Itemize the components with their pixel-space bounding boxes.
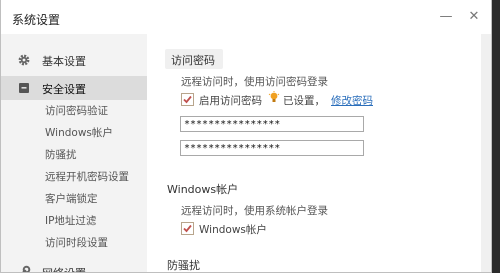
sidebar-subitem-access-password[interactable]: 访问密码验证: [45, 103, 108, 118]
scrollbar[interactable]: [481, 34, 491, 272]
enable-access-password-checkbox[interactable]: [181, 93, 194, 106]
access-password-description: 远程访问时，使用访问密码登录: [181, 76, 328, 88]
sidebar-subitem-client-lock[interactable]: 客户端锁定: [45, 191, 98, 206]
sidebar-item-basic[interactable]: 基本设置: [1, 48, 147, 72]
sidebar-subitem-access-time[interactable]: 访问时段设置: [45, 235, 108, 250]
sidebar: 基本设置 安全设置 访问密码验证 Windows帐户 防骚扰 远程开机密码设置 …: [1, 34, 147, 272]
minimize-button[interactable]: —: [433, 8, 459, 26]
sidebar-subitem-remote-boot-password[interactable]: 远程开机密码设置: [45, 169, 129, 184]
confirm-password-field[interactable]: ****************: [180, 140, 364, 156]
settings-content: 访问密码 远程访问时，使用访问密码登录 启用访问密码 已设置， 修改密码 ***…: [147, 34, 491, 272]
sidebar-item-network[interactable]: 网络设置: [1, 260, 147, 272]
sidebar-subitem-windows-account[interactable]: Windows帐户: [45, 125, 113, 140]
sidebar-item-security[interactable]: 安全设置: [1, 76, 147, 100]
sidebar-item-label: 安全设置: [42, 83, 86, 96]
shield-icon: [17, 81, 31, 95]
section-title-anti-harass: 防骚扰: [167, 259, 200, 272]
sidebar-subitem-ip-filter[interactable]: IP地址过滤: [45, 213, 96, 228]
lightbulb-icon: [268, 91, 280, 105]
close-button[interactable]: ✕: [461, 8, 487, 26]
title-bar: 系统设置 — ✕: [1, 0, 491, 34]
gear-icon: [17, 53, 31, 67]
password-status-text: 已设置，: [283, 95, 325, 107]
modify-password-link[interactable]: 修改密码: [331, 93, 373, 108]
windows-account-description: 远程访问时，使用系统帐户登录: [181, 205, 328, 217]
sidebar-item-label: 基本设置: [42, 55, 86, 68]
section-title-windows-account: Windows帐户: [167, 183, 239, 196]
section-title-access-password: 访问密码: [171, 54, 215, 67]
window-title: 系统设置: [12, 13, 61, 27]
windows-account-checkbox[interactable]: [181, 222, 194, 235]
settings-window: 系统设置 — ✕ 基本设置 安全设置 访问密码验证 Windows帐户 防骚扰 …: [0, 0, 492, 273]
password-field[interactable]: ****************: [180, 116, 364, 132]
sidebar-subitem-anti-harass[interactable]: 防骚扰: [45, 147, 77, 162]
windows-account-label: Windows帐户: [199, 224, 267, 236]
enable-access-password-label: 启用访问密码: [199, 95, 262, 107]
